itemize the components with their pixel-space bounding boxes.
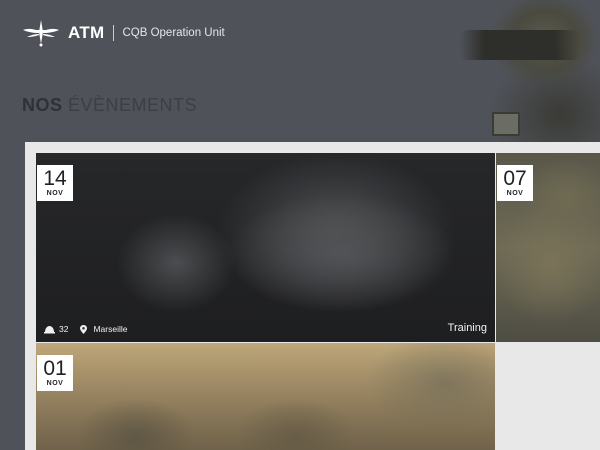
event-image-shape [116, 213, 236, 313]
helmet-strap-decoration [492, 112, 520, 136]
event-card-nov-01[interactable]: 01 NOV [36, 343, 495, 450]
date-day: 07 [503, 167, 527, 190]
event-meta: 32 Marseille [44, 324, 127, 334]
section-title: NOS ÉVÈNEMENTS [22, 95, 197, 116]
date-day: 14 [43, 167, 67, 190]
events-board: 14 NOV 32 Marseille Training 07 NOV 01 N… [25, 142, 600, 450]
helmet-band-decoration [460, 30, 580, 60]
participant-count: 32 [59, 324, 69, 334]
section-title-bold: NOS [22, 95, 63, 115]
date-badge: 14 NOV [37, 165, 73, 201]
date-month: NOV [46, 190, 64, 197]
event-image-shape [226, 193, 456, 313]
helmet-icon [44, 325, 55, 333]
background-soldier-image [450, 0, 600, 150]
date-badge: 01 NOV [37, 355, 73, 391]
date-day: 01 [43, 357, 67, 380]
map-pin-icon [80, 324, 88, 334]
date-month: NOV [506, 190, 524, 197]
event-location[interactable]: Marseille [93, 324, 127, 334]
event-category-tag[interactable]: Training [448, 322, 487, 334]
brand-name[interactable]: ATM [68, 23, 104, 43]
header-divider [113, 25, 115, 41]
site-header: ATM CQB Operation Unit [22, 18, 225, 48]
event-card-nov-07[interactable]: 07 NOV [496, 153, 600, 342]
winged-dagger-icon[interactable] [22, 18, 60, 48]
unit-name: CQB Operation Unit [122, 27, 225, 39]
date-badge: 07 NOV [497, 165, 533, 201]
event-card-training[interactable]: 14 NOV 32 Marseille Training [36, 153, 495, 342]
section-title-light: ÉVÈNEMENTS [68, 95, 198, 115]
date-month: NOV [46, 380, 64, 387]
